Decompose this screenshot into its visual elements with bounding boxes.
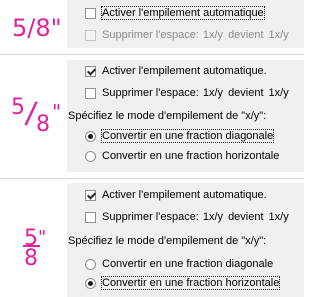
- enable-stacking-checkbox[interactable]: [85, 65, 96, 77]
- horizontal-fraction-label: Convertir en une fraction horizontale: [100, 276, 281, 290]
- horizontal-fraction-radio[interactable]: [85, 277, 96, 289]
- enable-stacking-option[interactable]: Activer l'empilement automatique.: [85, 187, 267, 203]
- remove-space-from: 1x/y: [202, 29, 224, 41]
- annotation-horizontal-denominator: 8: [24, 246, 38, 271]
- remove-space-option: Supprimer l'espace: 1x/y devient 1x/y: [85, 27, 289, 43]
- remove-space-checkbox[interactable]: [85, 211, 96, 223]
- section-divider: [0, 54, 304, 55]
- remove-space-becomes: devient: [228, 29, 264, 41]
- remove-space-label: Supprimer l'espace:: [102, 211, 199, 223]
- remove-space-becomes: devient: [228, 211, 264, 223]
- options-panel-1: Activer l'empilement automatique Supprim…: [67, 0, 304, 48]
- remove-space-becomes: devient: [228, 87, 264, 99]
- remove-space-option[interactable]: Supprimer l'espace: 1x/y devient 1x/y: [85, 209, 289, 225]
- diagonal-fraction-radio[interactable]: [85, 258, 96, 270]
- options-panel-2: Activer l'empilement automatique. Suppri…: [67, 60, 304, 172]
- stacking-mode-label: Spécifiez le mode d'empilement de "x/y":: [68, 110, 267, 122]
- remove-space-option[interactable]: Supprimer l'espace: 1x/y devient 1x/y: [85, 85, 289, 101]
- remove-space-to: 1x/y: [268, 87, 289, 99]
- diagonal-fraction-label: Convertir en une fraction diagonale: [100, 129, 275, 143]
- annotation-diagonal-numerator: 5: [11, 95, 25, 120]
- enable-stacking-option[interactable]: Activer l'empilement automatique: [85, 5, 265, 21]
- horizontal-fraction-radio[interactable]: [85, 150, 96, 162]
- remove-space-to: 1x/y: [268, 29, 289, 41]
- remove-space-to: 1x/y: [268, 211, 289, 223]
- horizontal-fraction-option[interactable]: Convertir en une fraction horizontale: [85, 275, 281, 291]
- annotation-horizontal-inch-mark: ": [38, 227, 47, 248]
- diagonal-fraction-radio[interactable]: [85, 130, 96, 142]
- enable-stacking-option[interactable]: Activer l'empilement automatique.: [85, 63, 267, 79]
- remove-space-label: Supprimer l'espace:: [102, 87, 199, 99]
- enable-stacking-checkbox[interactable]: [85, 189, 96, 201]
- enable-stacking-label: Activer l'empilement automatique: [101, 6, 265, 20]
- remove-space-checkbox[interactable]: [85, 87, 96, 99]
- annotation-diagonal-denominator: 8: [36, 112, 50, 137]
- horizontal-fraction-label: Convertir en une fraction horizontale: [102, 150, 280, 162]
- options-panel-3: Activer l'empilement automatique. Suppri…: [67, 183, 304, 297]
- enable-stacking-checkbox[interactable]: [85, 7, 96, 19]
- remove-space-label: Supprimer l'espace:: [102, 29, 199, 41]
- remove-space-checkbox: [85, 29, 96, 41]
- diagonal-fraction-option[interactable]: Convertir en une fraction diagonale: [85, 256, 273, 272]
- remove-space-from: 1x/y: [202, 87, 224, 99]
- annotation-diagonal-inch-mark: ": [52, 100, 62, 124]
- annotation-fraction-inline: 5/8": [12, 14, 62, 42]
- stacking-mode-label: Spécifiez le mode d'empilement de "x/y":: [68, 235, 267, 247]
- section-divider: [0, 178, 304, 179]
- diagonal-fraction-label: Convertir en une fraction diagonale: [102, 258, 274, 270]
- remove-space-from: 1x/y: [202, 211, 224, 223]
- enable-stacking-label: Activer l'empilement automatique.: [102, 189, 267, 201]
- enable-stacking-label: Activer l'empilement automatique.: [102, 65, 267, 77]
- diagonal-fraction-option[interactable]: Convertir en une fraction diagonale: [85, 128, 275, 144]
- horizontal-fraction-option[interactable]: Convertir en une fraction horizontale: [85, 148, 279, 164]
